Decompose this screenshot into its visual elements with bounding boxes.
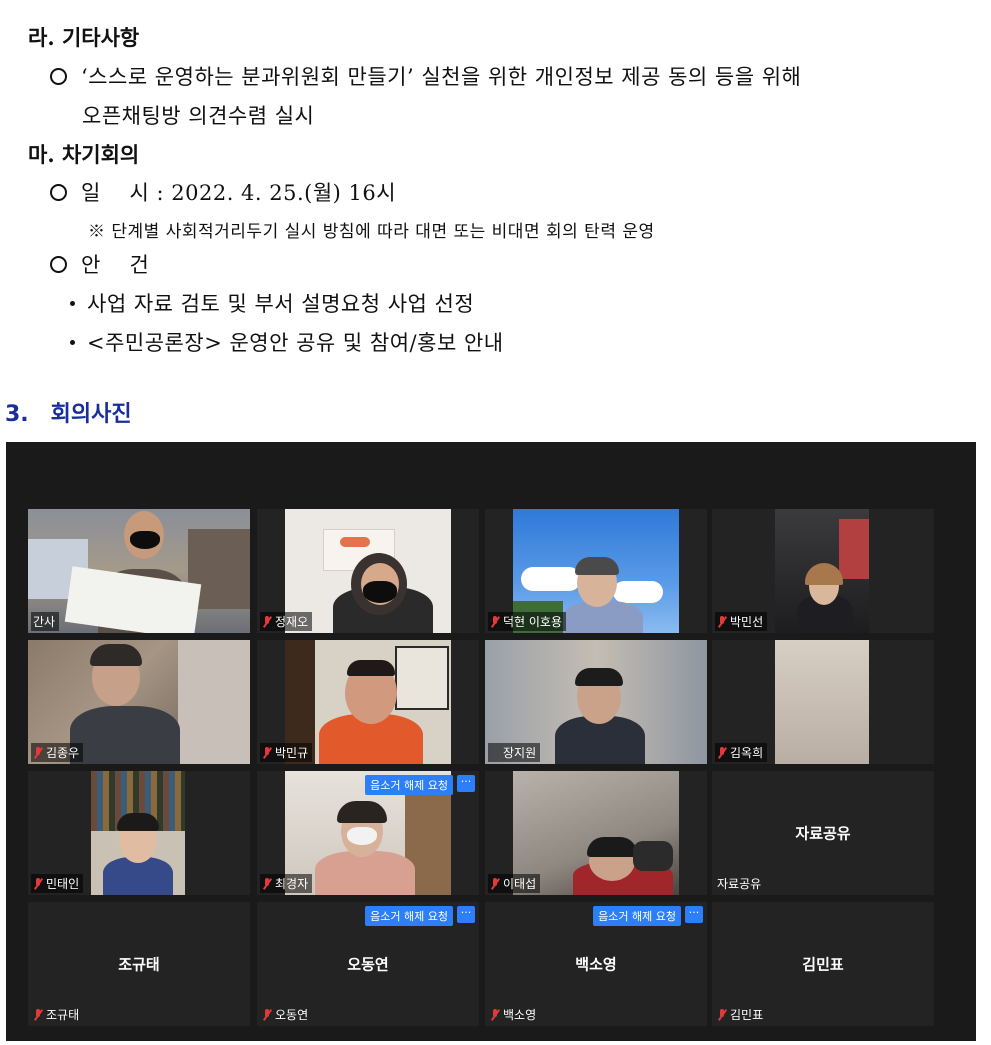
participant-tile[interactable]: 음소거 해제 요청 ··· 최경자: [257, 771, 479, 895]
participant-name: 덕현 이호용: [503, 615, 563, 629]
dot-bullet-icon: [70, 340, 75, 345]
agenda-1: 사업 자료 검토 및 부서 설명요청 사업 선정: [70, 288, 474, 318]
more-options-button[interactable]: ···: [685, 906, 703, 923]
mic-muted-icon: [262, 877, 272, 890]
mic-muted-icon: [490, 615, 500, 628]
participant-video: [91, 771, 185, 895]
mic-muted-icon: [717, 746, 727, 759]
dot-bullet-icon: [70, 301, 75, 306]
participant-nametag: 최경자: [260, 874, 313, 893]
participant-center-name: 김민표: [802, 955, 844, 974]
participant-center-name: 조규태: [118, 955, 160, 974]
more-options-button[interactable]: ···: [457, 775, 475, 792]
participant-name: 박민규: [275, 746, 309, 760]
participant-nametag: 박민규: [260, 743, 313, 762]
participant-tile[interactable]: 김옥희: [712, 640, 934, 764]
mic-muted-icon: [717, 615, 727, 628]
participant-nametag: 박민선: [715, 612, 768, 631]
participant-nametag: 김종우: [31, 743, 84, 762]
participant-nametag: 민태인: [31, 874, 84, 893]
ra-item-1: ‘스스로 운영하는 분과위원회 만들기’ 실천을 위한 개인정보 제공 동의 등…: [50, 61, 801, 91]
agenda-2-text: <주민공론장> 운영안 공유 및 참여/홍보 안내: [87, 331, 504, 355]
section-heading: 3. 회의사진: [5, 396, 132, 428]
mic-muted-icon: [717, 1008, 727, 1021]
mic-muted-icon: [33, 877, 43, 890]
section-number: 3.: [5, 402, 29, 427]
agenda-item: 안 건: [50, 249, 149, 279]
participant-tile[interactable]: 자료공유 자료공유: [712, 771, 934, 895]
participant-video: [775, 509, 869, 633]
participant-nametag: 정재오: [260, 612, 313, 631]
participant-name: 이태섭: [503, 877, 537, 891]
participant-name: 김민표: [730, 1008, 764, 1022]
mic-muted-icon: [490, 1008, 500, 1021]
agenda-item-text: 안 건: [81, 253, 150, 277]
heading-ra: 라. 기타사항: [28, 25, 140, 50]
participant-nametag: 이태섭: [488, 874, 541, 893]
participant-tile[interactable]: 정재오: [257, 509, 479, 633]
heading-ma: 마. 차기회의: [28, 142, 140, 167]
ra-item-1-text: ‘스스로 운영하는 분과위원회 만들기’ 실천을 위한 개인정보 제공 동의 등…: [81, 65, 802, 89]
participant-center-name: 백소영: [575, 955, 617, 974]
circle-bullet-icon: [50, 256, 67, 273]
participant-center-name: 오동연: [347, 955, 389, 974]
mic-muted-icon: [262, 746, 272, 759]
unmute-request-button[interactable]: 음소거 해제 요청: [365, 906, 453, 926]
participant-video: [28, 509, 250, 633]
participant-nametag: 김옥희: [715, 743, 768, 762]
participant-tile[interactable]: 조규태 조규태: [28, 902, 250, 1026]
date-item-text: 일 시 : 2022. 4. 25.(월) 16시: [81, 181, 397, 205]
participant-name: 정재오: [275, 615, 309, 629]
participant-center-name: 자료공유: [795, 824, 851, 843]
participant-nametag: 자료공유: [715, 874, 765, 893]
participant-tile[interactable]: 김종우: [28, 640, 250, 764]
agenda-1-text: 사업 자료 검토 및 부서 설명요청 사업 선정: [87, 292, 475, 316]
participant-name: 간사: [33, 615, 56, 629]
unmute-request-button[interactable]: 음소거 해제 요청: [365, 775, 453, 795]
participant-tile[interactable]: 김민표 김민표: [712, 902, 934, 1026]
meeting-screenshot: 간사 정재오 덕현 이호용 박민선 김종우 박민규 장지원 김옥희 민태인 음소…: [6, 442, 976, 1041]
participant-tile[interactable]: 장지원: [485, 640, 707, 764]
participant-tile[interactable]: 민태인: [28, 771, 250, 895]
mic-muted-icon: [33, 746, 43, 759]
unmute-request-button[interactable]: 음소거 해제 요청: [593, 906, 681, 926]
circle-bullet-icon: [50, 68, 67, 85]
mic-muted-icon: [262, 615, 272, 628]
participant-video: [775, 640, 869, 764]
participant-nametag: 조규태: [31, 1005, 83, 1024]
participant-name: 박민선: [730, 615, 764, 629]
agenda-2: <주민공론장> 운영안 공유 및 참여/홍보 안내: [70, 327, 504, 357]
participant-tile[interactable]: 이태섭: [485, 771, 707, 895]
section-title: 회의사진: [50, 402, 132, 427]
circle-bullet-icon: [50, 184, 67, 201]
participant-tile[interactable]: 음소거 해제 요청 ··· 오동연 오동연: [257, 902, 479, 1026]
participant-nametag: 장지원: [488, 743, 541, 762]
mic-muted-icon: [33, 1008, 43, 1021]
participant-name: 자료공유: [717, 877, 762, 891]
date-item: 일 시 : 2022. 4. 25.(월) 16시: [50, 177, 396, 207]
participant-nametag: 간사: [31, 612, 60, 631]
participant-tile[interactable]: 박민규: [257, 640, 479, 764]
participant-name: 조규태: [46, 1008, 80, 1022]
participant-tile[interactable]: 덕현 이호용: [485, 509, 707, 633]
participant-tile[interactable]: 간사: [28, 509, 250, 633]
mic-muted-icon: [490, 877, 500, 890]
date-note: ※ 단계별 사회적거리두기 실시 방침에 따라 대면 또는 비대면 회의 탄력 …: [88, 222, 655, 242]
participant-nametag: 오동연: [260, 1005, 312, 1024]
participant-tile[interactable]: 음소거 해제 요청 ··· 백소영 백소영: [485, 902, 707, 1026]
participant-tile[interactable]: 박민선: [712, 509, 934, 633]
participant-nametag: 백소영: [488, 1005, 540, 1024]
more-options-button[interactable]: ···: [457, 906, 475, 923]
participant-name: 백소영: [503, 1008, 537, 1022]
participant-name: 오동연: [275, 1008, 309, 1022]
participant-name: 민태인: [46, 877, 80, 891]
participant-name: 장지원: [503, 746, 537, 760]
participant-name: 김종우: [46, 746, 80, 760]
mic-muted-icon: [262, 1008, 272, 1021]
participant-name: 김옥희: [730, 746, 764, 760]
participant-nametag: 덕현 이호용: [488, 612, 567, 631]
participant-name: 최경자: [275, 877, 309, 891]
ra-item-1-cont: 오픈채팅방 의견수렴 실시: [82, 104, 315, 128]
participant-nametag: 김민표: [715, 1005, 767, 1024]
